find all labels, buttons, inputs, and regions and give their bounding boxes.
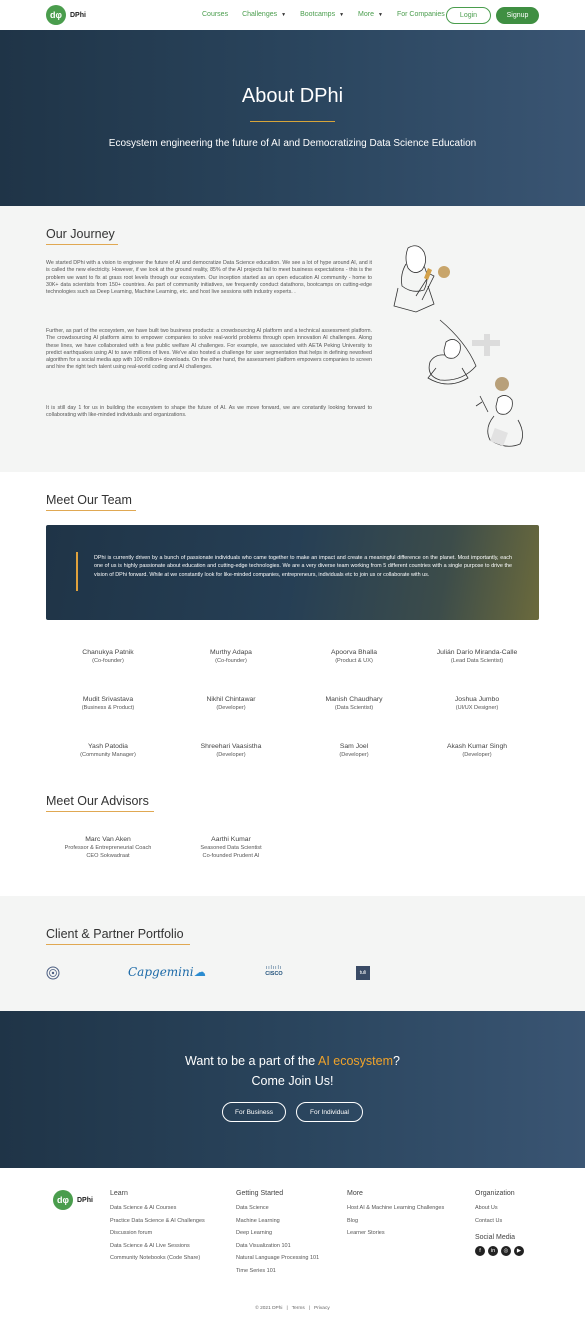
footer-link[interactable]: Learner Stories <box>347 1230 444 1236</box>
facebook-icon[interactable]: f <box>475 1245 485 1256</box>
logo-text: DPhi <box>77 1196 93 1204</box>
footer-link[interactable]: Contact Us <box>475 1218 524 1224</box>
copyright: © 2021 DPhi <box>255 1306 283 1311</box>
footer-link[interactable]: About Us <box>475 1205 524 1211</box>
social-links: f in ◎ ▶ <box>475 1245 524 1256</box>
footer-getting-started-column: Getting Started Data Science Machine Lea… <box>236 1190 320 1274</box>
footer-link[interactable]: Data Science & AI Live Sessions <box>110 1243 205 1249</box>
cloud-icon: ☁ <box>193 965 206 979</box>
login-button[interactable]: Login <box>446 7 491 24</box>
footer-learn-column: Learn Data Science & AI Courses Practice… <box>110 1190 205 1261</box>
team-member: Manish Chaudhary (Data Scientist) <box>325 696 383 711</box>
chevron-down-icon: ▼ <box>281 12 287 18</box>
dphi-logo[interactable]: dφ DPhi <box>46 5 86 25</box>
title-divider <box>250 121 335 122</box>
heading-underline <box>46 811 154 812</box>
for-individual-button[interactable]: For Individual <box>296 1102 363 1122</box>
quote-bar <box>76 552 78 591</box>
footer-link[interactable]: Data Science & AI Courses <box>110 1205 205 1211</box>
cisco-logo: ıılıılı CISCO <box>261 966 287 978</box>
hero-banner: About DPhi Ecosystem engineering the fut… <box>0 30 585 206</box>
team-member: Nikhil Chintawar (Developer) <box>206 696 256 711</box>
team-intro-text: DPhi is currently driven by a bunch of p… <box>94 555 512 578</box>
heading-underline <box>46 244 118 245</box>
portfolio-heading: Client & Partner Portfolio <box>46 927 184 941</box>
team-member: Shreehari Vaasistha (Developer) <box>200 743 262 758</box>
heading-underline <box>46 944 190 945</box>
footer: dφ DPhi Learn Data Science & AI Courses … <box>0 1168 585 1320</box>
nav-bootcamps[interactable]: Bootcamps ▼ <box>300 11 344 18</box>
team-member: Joshua Jumbo (UI/UX Designer) <box>454 696 500 711</box>
footer-more-column: More Host AI & Machine Learning Challeng… <box>347 1190 445 1236</box>
footer-link[interactable]: Data Science <box>236 1205 319 1211</box>
logo-mark: dφ <box>53 1190 73 1210</box>
journey-section: Our Journey We started DPhi with a visio… <box>0 206 585 472</box>
hero-subtitle: Ecosystem engineering the future of AI a… <box>108 138 477 149</box>
signup-button[interactable]: Signup <box>496 7 539 24</box>
join-cta-section: Want to be a part of the AI ecosystem? C… <box>0 1011 585 1168</box>
instagram-icon[interactable]: ◎ <box>501 1245 511 1256</box>
tuli-logo: tuli <box>356 966 370 980</box>
footer-logo[interactable]: dφ DPhi <box>53 1190 93 1210</box>
nav-courses[interactable]: Courses <box>202 11 228 18</box>
page-title: About DPhi <box>241 85 344 107</box>
journey-illustration <box>393 245 523 447</box>
privacy-link[interactable]: Privacy <box>314 1306 330 1311</box>
heading-underline <box>46 510 136 511</box>
team-member: Murthy Adapa (Co-founder) <box>210 649 252 664</box>
partner-seal-logo <box>46 966 60 980</box>
footer-link[interactable]: Machine Learning <box>236 1218 319 1224</box>
footer-link[interactable]: Discussion forum <box>110 1230 205 1236</box>
nav-for-companies[interactable]: For Companies <box>397 11 445 18</box>
footer-link[interactable]: Host AI & Machine Learning Challenges <box>347 1205 444 1211</box>
nav-links: Courses Challenges ▼ Bootcamps ▼ More ▼ For… <box>202 11 459 18</box>
footer-link[interactable]: Practice Data Science & AI Challenges <box>110 1218 205 1224</box>
journey-heading: Our Journey <box>46 227 115 241</box>
nav-challenges[interactable]: Challenges ▼ <box>242 11 286 18</box>
linkedin-icon[interactable]: in <box>488 1245 498 1256</box>
team-member: Sam Joel (Developer) <box>339 743 369 758</box>
footer-link[interactable]: Data Visualization 101 <box>236 1243 319 1249</box>
social-heading: Social Media <box>475 1233 516 1241</box>
terms-link[interactable]: Terms <box>292 1306 305 1311</box>
team-member: Akash Kumar Singh (Developer) <box>446 743 508 758</box>
cta-heading: Want to be a part of the AI ecosystem? <box>185 1054 400 1068</box>
journey-paragraph-2: Further, as part of the ecosystem, we ha… <box>46 328 372 371</box>
nav-more[interactable]: More ▼ <box>358 11 383 18</box>
journey-paragraph-3: It is still day 1 for us in building the… <box>46 405 372 419</box>
footer-link[interactable]: Deep Learning <box>236 1230 319 1236</box>
cta-subheading: Come Join Us! <box>251 1074 334 1088</box>
team-member: Chanukya Patnik (Co-founder) <box>82 649 134 664</box>
chevron-down-icon: ▼ <box>378 12 383 18</box>
top-navbar: dφ DPhi Courses Challenges ▼ Bootcamps ▼ M… <box>0 0 585 30</box>
team-member: Mudit Srivastava (Business & Product) <box>81 696 135 711</box>
logo-mark: dφ <box>46 5 66 25</box>
portfolio-section: Client & Partner Portfolio Capgemini☁ ıı… <box>0 896 585 1011</box>
footer-bottom: © 2021 DPhi | Terms | Privacy <box>255 1306 330 1311</box>
footer-link[interactable]: Community Notebooks (Code Share) <box>110 1255 205 1261</box>
for-business-button[interactable]: For Business <box>222 1102 286 1122</box>
capgemini-logo: Capgemini☁ <box>128 965 206 979</box>
footer-link[interactable]: Natural Language Processing 101 <box>236 1255 319 1261</box>
team-member: Yash Patodia (Community Manager) <box>80 743 136 758</box>
journey-paragraph-1: We started DPhi with a vision to enginee… <box>46 260 372 296</box>
advisor: Aarthi Kumar Seasoned Data Scientist Co-… <box>200 836 262 859</box>
advisor: Marc Van Aken Professor & Entrepreneuria… <box>64 836 152 859</box>
team-member: Julián Darío Miranda-Calle (Lead Data Sci… <box>436 649 518 664</box>
logo-text: DPhi <box>70 11 86 19</box>
chevron-down-icon: ▼ <box>339 12 345 18</box>
team-intro-card: DPhi is currently driven by a bunch of p… <box>46 525 539 620</box>
team-heading: Meet Our Team <box>46 493 132 507</box>
team-member: Apoorva Bhalla (Product & UX) <box>330 649 378 664</box>
footer-organization-column: Organization About Us Contact Us Social … <box>475 1190 524 1256</box>
youtube-icon[interactable]: ▶ <box>514 1245 524 1256</box>
advisors-heading: Meet Our Advisors <box>46 794 149 808</box>
footer-link[interactable]: Time Series 101 <box>236 1268 319 1274</box>
footer-link[interactable]: Blog <box>347 1218 444 1224</box>
